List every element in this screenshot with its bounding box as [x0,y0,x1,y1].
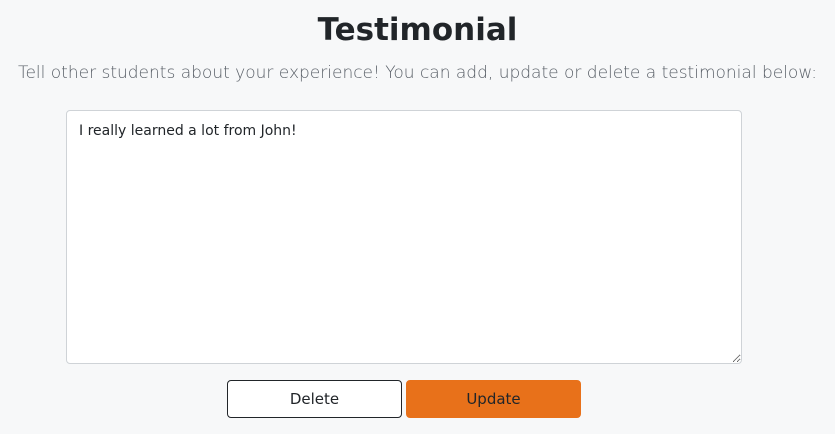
page-title: Testimonial [317,12,518,48]
page-subtitle: Tell other students about your experienc… [17,63,818,83]
delete-button[interactable]: Delete [227,380,402,418]
testimonial-textarea[interactable]: I really learned a lot from John! [66,110,742,364]
update-button[interactable]: Update [406,380,581,418]
testimonial-field-container: I really learned a lot from John! [66,110,742,364]
